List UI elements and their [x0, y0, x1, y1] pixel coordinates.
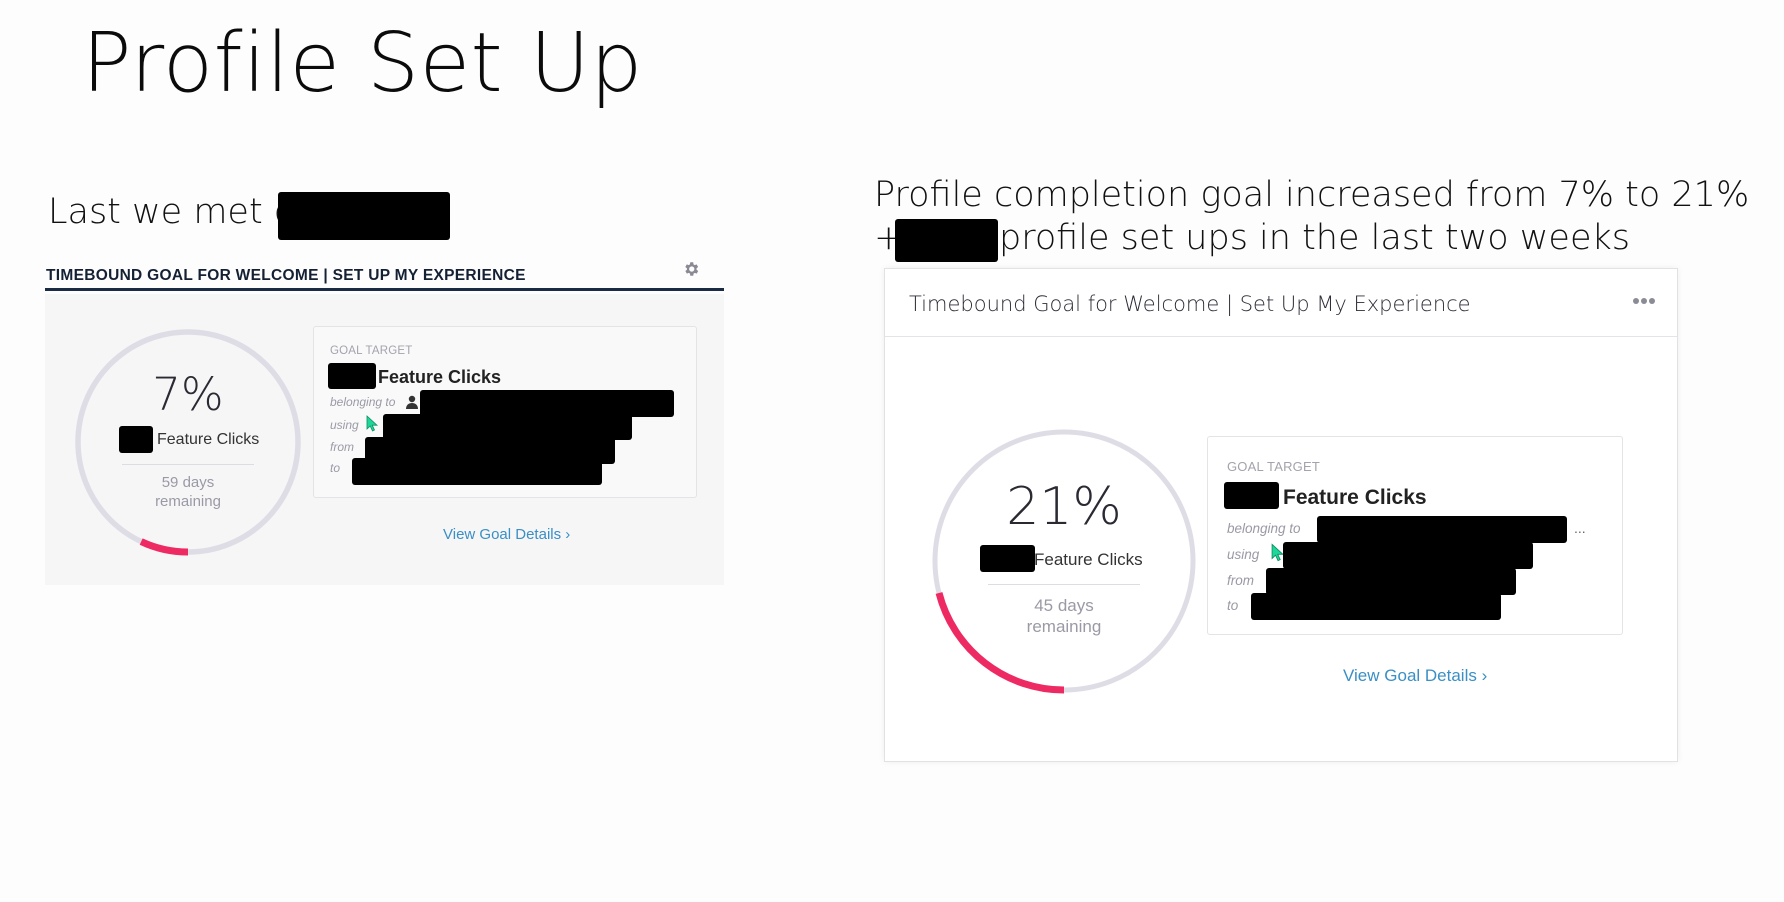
to-label: to: [1227, 598, 1239, 613]
belonging-to-label: belonging to: [1227, 521, 1301, 536]
view-goal-details-link[interactable]: View Goal Details ›: [443, 526, 570, 543]
user-icon: [406, 395, 418, 409]
days-count: 45 days: [1034, 596, 1094, 615]
widget-header: Timebound Goal for Welcome | Set Up My E…: [885, 269, 1677, 337]
to-label: to: [330, 461, 341, 475]
redacted-count: [895, 219, 998, 262]
redacted-to-date: [352, 458, 602, 485]
view-goal-details-link[interactable]: View Goal Details ›: [1343, 666, 1487, 686]
days-count: 59 days: [161, 474, 215, 491]
goal-widget-after: Timebound Goal for Welcome | Set Up My E…: [884, 268, 1678, 762]
metric-label: Feature Clicks: [1034, 550, 1143, 569]
redacted-target-value: [1224, 482, 1279, 509]
from-label: from: [1227, 573, 1254, 588]
goal-target-box: GOAL TARGET Feature Clicks belonging to …: [313, 326, 697, 498]
days-remaining: 45 days remaining: [930, 595, 1198, 638]
redacted-owner: [420, 390, 674, 417]
redacted-target-value: [328, 363, 376, 389]
more-horizontal-icon[interactable]: [1633, 291, 1659, 304]
progress-ring: 7% Feature Clicks 59 days remaining: [72, 326, 304, 558]
metric-label: Feature Clicks: [157, 431, 260, 448]
redacted-value: [980, 545, 1035, 572]
slide-title: Profile Set Up: [82, 16, 643, 111]
goal-widget-before: TIMEBOUND GOAL FOR WELCOME | SET UP MY E…: [45, 262, 724, 585]
using-label: using: [1227, 547, 1260, 562]
from-label: from: [330, 440, 354, 454]
days-suffix: remaining: [155, 492, 221, 510]
left-caption: Last we met on: [48, 192, 318, 232]
ring-divider: [122, 464, 254, 465]
ring-divider: [988, 584, 1140, 585]
goal-target-title: Feature Clicks: [378, 367, 502, 387]
redacted-feature: [1283, 542, 1533, 569]
goal-target-label: GOAL TARGET: [1227, 459, 1320, 474]
widget-title: Timebound Goal for Welcome | Set Up My E…: [909, 292, 1471, 316]
redacted-date: [278, 192, 450, 240]
right-caption-line1: Profile completion goal increased from 7…: [874, 175, 1750, 215]
redacted-value: [119, 426, 153, 453]
belonging-to-label: belonging to: [330, 395, 396, 409]
widget-body: 7% Feature Clicks 59 days remaining GOAL…: [45, 294, 724, 585]
widget-title: TIMEBOUND GOAL FOR WELCOME | SET UP MY E…: [46, 267, 526, 284]
redacted-from-date: [1266, 568, 1516, 595]
percent-complete: 21%: [1006, 477, 1122, 537]
redacted-owner: [1317, 516, 1567, 543]
days-remaining: 59 days remaining: [72, 474, 304, 512]
redacted-to-date: [1251, 593, 1501, 620]
using-label: using: [330, 418, 359, 432]
right-caption-line2: profile set ups in the last two weeks: [999, 218, 1630, 258]
truncation-ellipsis: ...: [1574, 520, 1586, 536]
progress-ring: 21% Feature Clicks 45 days remaining: [930, 427, 1198, 695]
goal-target-box: GOAL TARGET Feature Clicks belonging to …: [1207, 436, 1623, 635]
percent-complete: 7%: [152, 368, 224, 421]
gear-icon[interactable]: [682, 260, 700, 278]
widget-header: TIMEBOUND GOAL FOR WELCOME | SET UP MY E…: [45, 262, 724, 291]
days-suffix: remaining: [1026, 617, 1102, 637]
cursor-icon: [366, 415, 378, 432]
goal-target-label: GOAL TARGET: [330, 345, 413, 357]
goal-target-title: Feature Clicks: [1283, 486, 1427, 509]
